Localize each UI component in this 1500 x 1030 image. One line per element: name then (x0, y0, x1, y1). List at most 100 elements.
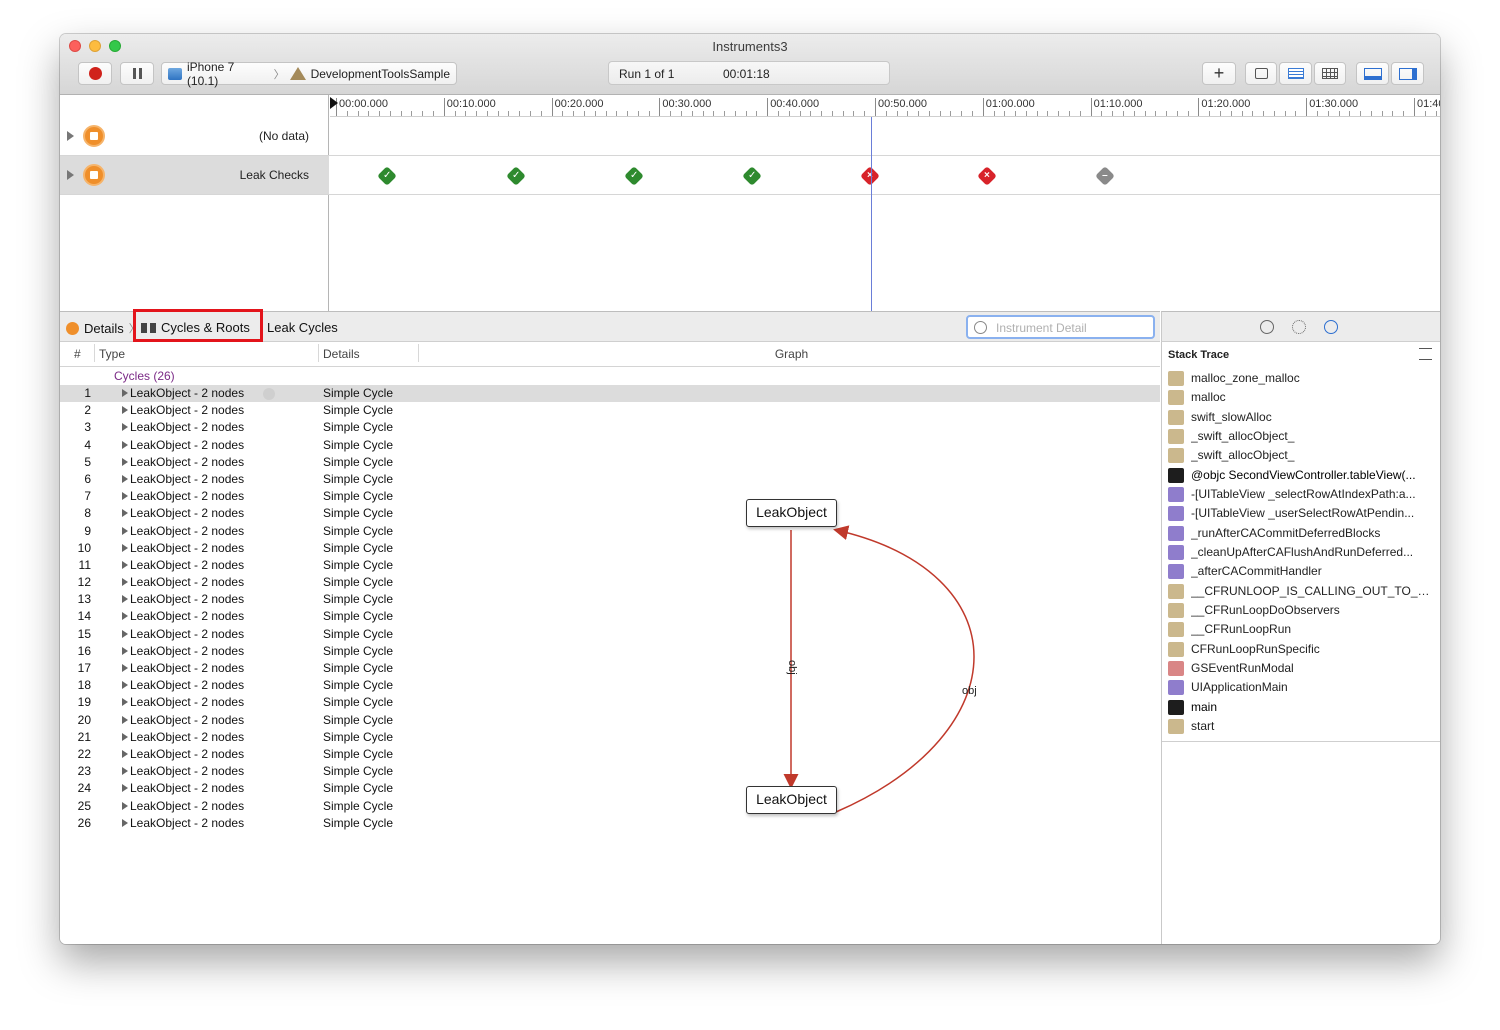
stack-frame-label: main (1191, 699, 1218, 714)
stack-frame[interactable]: _cleanUpAfterCAFlushAndRunDeferred... (1168, 543, 1436, 562)
stack-frame[interactable]: malloc_zone_malloc (1168, 369, 1436, 388)
jump-leak-cycles[interactable]: Leak Cycles (267, 320, 338, 335)
ruler-minor-tick (1069, 111, 1071, 116)
graph-node-bottom[interactable]: LeakObject (746, 786, 837, 814)
ruler-minor-tick (1424, 111, 1426, 116)
ruler-minor-tick (1004, 111, 1006, 116)
stack-frame[interactable]: swift_slowAlloc (1168, 408, 1436, 427)
view-mode-button[interactable] (1245, 62, 1277, 85)
run-status[interactable]: Run 1 of 1 00:01:18 (608, 61, 890, 85)
gear-icon (1168, 371, 1184, 386)
instrument-detail-input[interactable] (996, 319, 1146, 336)
stack-frame[interactable]: _swift_allocObject_ (1168, 427, 1436, 446)
stack-frame-label: start (1191, 718, 1215, 733)
pause-button[interactable] (120, 62, 154, 85)
stack-frame[interactable]: __CFRUNLOOP_IS_CALLING_OUT_TO_A... (1168, 582, 1436, 601)
stack-frame-label: -[UITableView _userSelectRowAtPendin... (1191, 506, 1415, 521)
instrument-detail-search[interactable] (966, 315, 1155, 339)
stack-frame[interactable]: _runAfterCACommitDeferredBlocks (1168, 524, 1436, 543)
cycles-table: # Type Details Graph Cycles (26) 1 LeakOb… (60, 342, 1160, 944)
stack-frame[interactable]: main (1168, 698, 1436, 717)
stack-frame[interactable]: __CFRunLoopDoObservers (1168, 601, 1436, 620)
ruler-tick-label: 01:30.000 (1306, 98, 1358, 116)
stack-frame[interactable]: UIApplicationMain (1168, 678, 1436, 697)
track-allocations[interactable]: (No data) (60, 117, 1440, 156)
leak-found-icon[interactable]: × (860, 166, 880, 186)
graph-edge-up (833, 525, 975, 813)
target-selector[interactable]: iPhone 7 (10.1) 〉 DevelopmentToolsSample (161, 59, 457, 88)
stack-frame-label: _swift_allocObject_ (1191, 448, 1295, 463)
ruler-minor-tick (433, 111, 435, 116)
jump-details[interactable]: Details 〉 (66, 320, 140, 336)
ruler-minor-tick (745, 111, 747, 116)
ruler-minor-tick (648, 111, 650, 116)
stack-frame[interactable]: @objc SecondViewController.tableView(... (1168, 466, 1436, 485)
leaks-icon (66, 321, 79, 335)
edge-label-down: obj (786, 660, 798, 675)
extended-detail-icon[interactable] (1324, 320, 1338, 334)
ruler-tick-label: 00:50.000 (875, 98, 927, 116)
stack-frame[interactable]: -[UITableView _userSelectRowAtPendin... (1168, 504, 1436, 523)
framework-icon (1168, 680, 1184, 696)
graph-node-top[interactable]: LeakObject (746, 499, 837, 527)
time-ruler[interactable]: 00:00.000 00:10.000 00:20.000 00:30.000 00:4… (330, 95, 1440, 117)
stack-frame[interactable]: __CFRunLoopRun (1168, 620, 1436, 639)
ruler-minor-tick (1392, 111, 1394, 116)
stack-frame[interactable]: _afterCACommitHandler (1168, 562, 1436, 581)
playhead[interactable] (871, 117, 872, 311)
leak-check-ok-icon[interactable]: ✓ (506, 166, 526, 186)
stack-trace-list: malloc_zone_malloc malloc swift_slowAlloc _… (1168, 369, 1436, 736)
track-leaks[interactable]: Leak Checks ✓ ✓ ✓ ✓ × × – (60, 156, 1440, 195)
leaks-instrument-icon (83, 164, 105, 186)
instruments-window: Instruments3 iPhone 7 (10.1) 〉 Developme… (60, 34, 1440, 944)
grid-view-button[interactable] (1314, 62, 1346, 85)
leak-check-ok-icon[interactable]: ✓ (377, 166, 397, 186)
record-button[interactable] (78, 62, 112, 85)
stack-frame[interactable]: GSEventRunModal (1168, 659, 1436, 678)
add-instrument-button[interactable]: + (1202, 62, 1236, 85)
timeline: 00:00.000 00:10.000 00:20.000 00:30.000 00:4… (60, 95, 1440, 311)
track-header: (No data) (60, 117, 329, 155)
toggle-detail-pane-button[interactable] (1356, 62, 1389, 85)
stack-frame[interactable]: -[UITableView _selectRowAtIndexPath:a... (1168, 485, 1436, 504)
list-view-button[interactable] (1279, 62, 1312, 85)
record-settings-icon[interactable] (1260, 320, 1274, 334)
filter-icon (974, 321, 987, 334)
project-icon (289, 67, 306, 80)
collapse-icon[interactable] (1419, 348, 1432, 360)
framework-icon (1168, 583, 1184, 599)
device-label: iPhone 7 (10.1) (186, 59, 235, 88)
ruler-minor-tick (486, 111, 488, 116)
ruler-minor-tick (864, 111, 866, 116)
ruler-minor-tick (1327, 111, 1329, 116)
disclosure-triangle-icon[interactable] (67, 170, 74, 180)
stack-frame-label: CFRunLoopRunSpecific (1191, 641, 1320, 656)
ruler-tick-label: 00:10.000 (443, 98, 496, 116)
stack-frame-label: swift_slowAlloc (1191, 409, 1272, 424)
stack-frame[interactable]: malloc (1168, 388, 1436, 407)
ruler-minor-tick (1122, 111, 1124, 116)
leak-check-empty-icon[interactable]: – (1095, 166, 1115, 186)
ruler-minor-tick (1284, 111, 1286, 116)
ruler-minor-tick (411, 111, 413, 116)
track-header: Leak Checks (60, 156, 329, 194)
toggle-inspector-button[interactable] (1391, 62, 1424, 85)
stack-frame-label: _cleanUpAfterCAFlushAndRunDeferred... (1191, 544, 1414, 559)
ruler-tick-label: 01:20.000 (1198, 98, 1250, 116)
ruler-minor-tick (939, 111, 941, 116)
ruler-minor-tick (928, 111, 930, 116)
leak-found-icon[interactable]: × (977, 166, 997, 186)
track-label: Leak Checks (239, 168, 309, 182)
disclosure-triangle-icon[interactable] (67, 131, 74, 141)
ruler-minor-tick (454, 111, 456, 116)
leak-check-ok-icon[interactable]: ✓ (742, 166, 762, 186)
stack-frame[interactable]: CFRunLoopRunSpecific (1168, 640, 1436, 659)
ruler-minor-tick (508, 111, 510, 116)
gear-icon[interactable] (1292, 320, 1306, 334)
ruler-minor-tick (497, 111, 499, 116)
ruler-minor-tick (519, 111, 521, 116)
stack-frame[interactable]: _swift_allocObject_ (1168, 446, 1436, 465)
framework-icon (1168, 602, 1184, 618)
leak-check-ok-icon[interactable]: ✓ (624, 166, 644, 186)
stack-frame[interactable]: start (1168, 717, 1436, 736)
